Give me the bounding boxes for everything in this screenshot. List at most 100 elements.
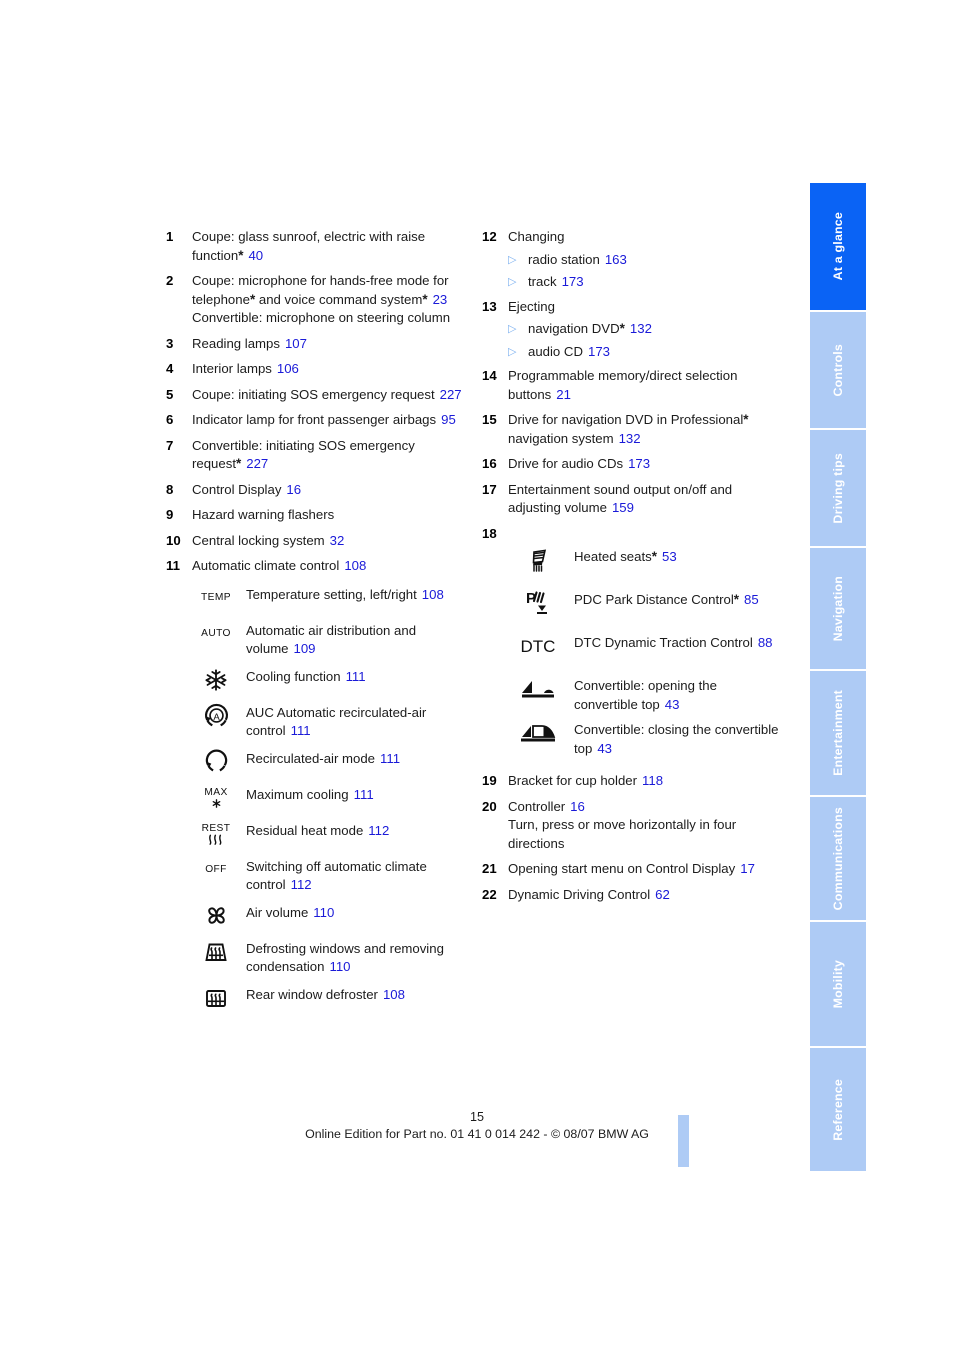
page-ref[interactable]: 32 — [330, 533, 345, 548]
page-ref[interactable]: 112 — [291, 877, 312, 892]
list-item: 11 Automatic climate control 108 — [166, 557, 466, 576]
page-ref[interactable]: 132 — [619, 431, 641, 446]
page-ref[interactable]: 23 — [433, 292, 448, 307]
item-text: Programmable memory/direct selection but… — [508, 367, 782, 404]
icon-label-text: Maximum cooling — [246, 786, 349, 802]
tab-label: Driving tips — [831, 452, 845, 524]
page-ref[interactable]: 227 — [246, 456, 268, 471]
icon-label: Cooling function 111 — [240, 665, 466, 687]
sidebar-item-mobility[interactable]: Mobility — [810, 922, 866, 1046]
manual-page: 1 Coupe: glass sunroof, electric with ra… — [0, 0, 954, 1350]
page-ref[interactable]: 132 — [630, 321, 652, 336]
page-ref[interactable]: 17 — [740, 861, 755, 876]
off-text-icon: OFF — [192, 855, 240, 885]
list-item: Air volume 110 — [192, 901, 466, 931]
item-number: 18 — [482, 525, 497, 541]
icon-label: Air volume 110 — [240, 901, 466, 923]
sidebar-item-entertainment[interactable]: Entertainment — [810, 671, 866, 795]
list-item: 19 Bracket for cup holder 118 — [482, 772, 782, 791]
list-item: 22 Dynamic Driving Control 62 — [482, 886, 782, 905]
max-cooling-icon: MAX — [192, 783, 240, 813]
page-ref[interactable]: 110 — [313, 905, 334, 920]
item-label: Hazard warning flashers — [192, 507, 335, 522]
item-text: Convertible: initiating SOS emergency re… — [192, 437, 466, 474]
page-ref[interactable]: 109 — [294, 641, 316, 656]
list-item: Defrosting windows and removing condensa… — [192, 937, 466, 977]
page-ref[interactable]: 110 — [329, 959, 350, 974]
sidebar-item-navigation[interactable]: Navigation — [810, 548, 866, 669]
page-ref[interactable]: 108 — [344, 558, 366, 573]
sidebar-item-controls[interactable]: Controls — [810, 312, 866, 428]
section-tabs: At a glance Controls Driving tips Naviga… — [810, 183, 866, 1173]
item-text: Drive for audio CDs 173 — [508, 455, 782, 474]
page-ref[interactable]: 108 — [422, 587, 444, 602]
list-item: 20 Controller 16 Turn, press or move horiz… — [482, 798, 782, 854]
icon-label-text: Automatic air distribution and volume — [246, 622, 417, 657]
icon-label: Residual heat mode 112 — [240, 819, 466, 841]
icon-label: Maximum cooling 111 — [240, 783, 466, 805]
icon-label: AUC Automatic recirculated-air control 11… — [240, 701, 466, 741]
list-item: 16 Drive for audio CDs 173 — [482, 455, 782, 474]
page-ref[interactable]: 112 — [368, 823, 389, 838]
page-ref[interactable]: 173 — [562, 274, 584, 289]
page-ref[interactable]: 111 — [346, 669, 366, 684]
item-label: Drive for navigation DVD in Professional — [508, 412, 744, 427]
page-ref[interactable]: 40 — [248, 248, 263, 263]
page-ref[interactable]: 108 — [383, 987, 405, 1002]
icon-label-text: Recirculated-air mode — [246, 750, 375, 766]
page-ref[interactable]: 16 — [286, 482, 301, 497]
page-ref[interactable]: 111 — [380, 751, 400, 766]
page-ref[interactable]: 107 — [285, 336, 307, 351]
page-ref[interactable]: 85 — [744, 592, 759, 607]
page-ref[interactable]: 95 — [441, 412, 456, 427]
list-item: 5 Coupe: initiating SOS emergency reques… — [166, 386, 466, 405]
list-item: Rear window defroster 108 — [192, 983, 466, 1013]
item-label: Controller — [508, 798, 566, 814]
page-ref[interactable]: 163 — [605, 252, 627, 267]
page-ref[interactable]: 173 — [628, 456, 650, 471]
list-item: 9 Hazard warning flashers — [166, 506, 466, 525]
page-ref[interactable]: 88 — [758, 635, 773, 650]
item-text: Opening start menu on Control Display 17 — [508, 860, 782, 879]
page-ref[interactable]: 16 — [570, 799, 585, 814]
list-item: 6 Indicator lamp for front passenger air… — [166, 411, 466, 430]
item-number: 16 — [482, 456, 497, 471]
sidebar-item-communications[interactable]: Communications — [810, 797, 866, 920]
snowflake-icon — [192, 665, 240, 695]
climate-control-icon-list: TEMP Temperature setting, left/right 108 … — [192, 583, 466, 1013]
page-ref[interactable]: 159 — [612, 500, 634, 515]
asterisk-marker: * — [733, 592, 740, 607]
page-ref[interactable]: 43 — [665, 697, 680, 712]
page-ref[interactable]: 62 — [655, 887, 670, 902]
item-label: Ejecting — [508, 298, 555, 314]
residual-heat-icon: REST — [192, 819, 240, 849]
page-ref[interactable]: 111 — [291, 723, 311, 738]
item-number: 17 — [482, 481, 497, 497]
console-icon-list: Heated seats* 53 P PDC Park Distance Con… — [508, 545, 782, 758]
page-ref[interactable]: 111 — [354, 787, 374, 802]
sidebar-item-driving-tips[interactable]: Driving tips — [810, 430, 866, 546]
page-ref[interactable]: 118 — [642, 773, 663, 788]
list-item: Convertible: closing the convertible top… — [508, 718, 782, 758]
page-ref[interactable]: 173 — [588, 344, 610, 359]
icon-label-text: Switching off automatic climate control — [246, 858, 427, 893]
page-ref[interactable]: 106 — [277, 361, 299, 376]
temp-glyph: TEMP — [201, 592, 231, 603]
triangle-bullet-icon: ▷ — [508, 276, 517, 288]
item-number: 8 — [166, 481, 174, 497]
item-number: 5 — [166, 386, 174, 402]
item-label: Opening start menu on Control Display — [508, 861, 736, 876]
sidebar-item-at-a-glance[interactable]: At a glance — [810, 183, 866, 310]
page-ref[interactable]: 53 — [662, 549, 677, 564]
list-item: Convertible: opening the convertible top… — [508, 674, 782, 714]
item-text: Central locking system 32 — [192, 532, 466, 551]
list-item: 21 Opening start menu on Control Display… — [482, 860, 782, 879]
page-ref[interactable]: 21 — [556, 387, 571, 402]
page-ref[interactable]: 43 — [597, 741, 612, 756]
item-label-cont: navigation system — [508, 430, 614, 446]
page-ref[interactable]: 227 — [440, 387, 462, 402]
page-number: 15 — [0, 1108, 954, 1126]
footer-accent-bar — [678, 1115, 689, 1167]
list-item: OFF Switching off automatic climate cont… — [192, 855, 466, 895]
list-item: REST Residual heat mode 112 — [192, 819, 466, 849]
